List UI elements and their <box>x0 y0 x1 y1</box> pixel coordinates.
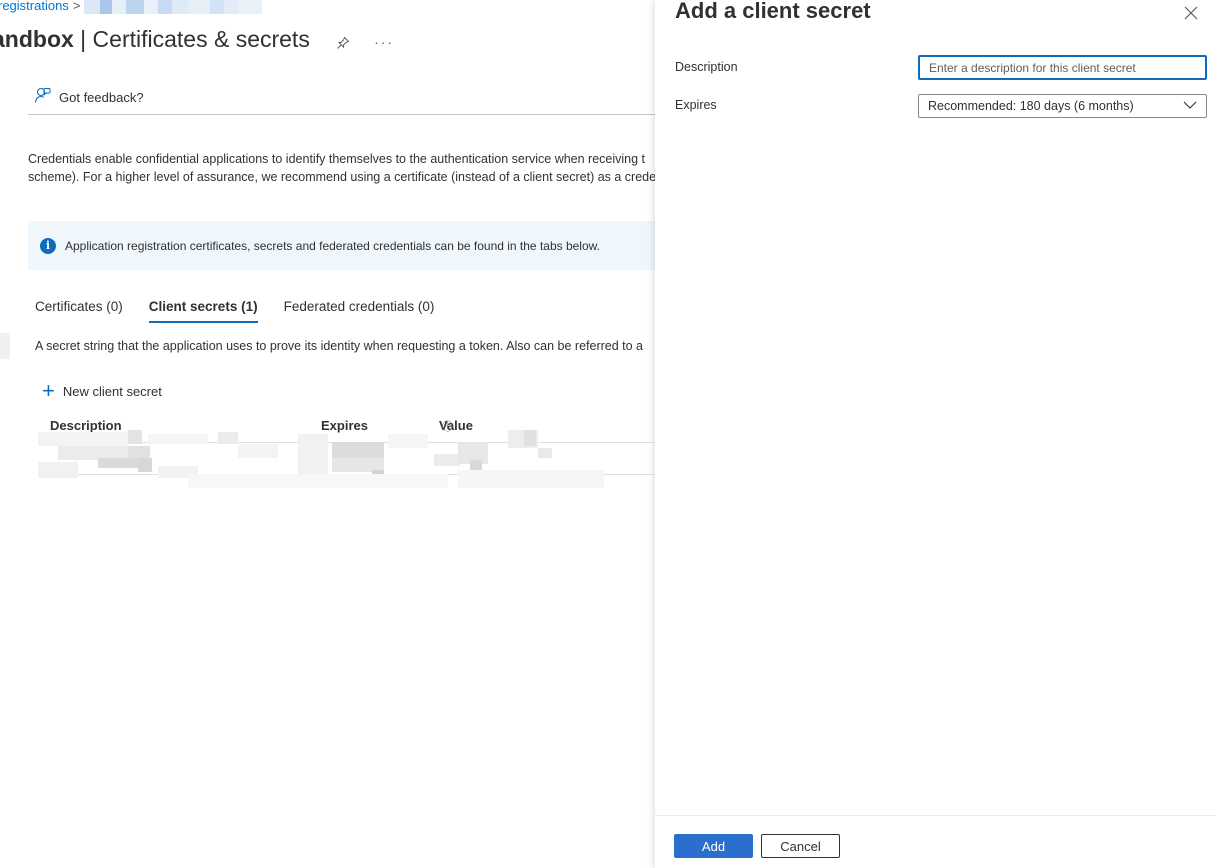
add-client-secret-panel: Add a client secret Description Expires … <box>655 0 1216 868</box>
expires-label: Expires <box>675 98 717 112</box>
close-icon[interactable] <box>1180 2 1202 24</box>
intro-line-2: scheme). For a higher level of assurance… <box>28 170 655 184</box>
tab-client-secrets[interactable]: Client secrets (1) <box>148 299 258 323</box>
cancel-button[interactable]: Cancel <box>761 834 840 858</box>
more-options-icon[interactable]: ··· <box>374 34 394 50</box>
description-label: Description <box>675 60 738 74</box>
page-title: andbox | Certificates & secrets ··· <box>0 26 412 53</box>
info-bar-text: Application registration certificates, s… <box>65 238 600 253</box>
redacted-breadcrumb-item <box>84 0 263 14</box>
add-button[interactable]: Add <box>674 834 753 858</box>
background-page: registrations > andbox | Certificates & s… <box>0 0 655 868</box>
intro-paragraph: Credentials enable confidential applicat… <box>28 150 655 186</box>
redacted-secret-row <box>38 430 604 490</box>
breadcrumb: registrations > <box>0 0 263 15</box>
tab-federated-credentials[interactable]: Federated credentials (0) <box>284 299 435 321</box>
footer-divider <box>655 815 1216 816</box>
intro-line-1: Credentials enable confidential applicat… <box>28 152 646 166</box>
panel-title: Add a client secret <box>675 0 871 23</box>
expires-dropdown[interactable]: Recommended: 180 days (6 months) <box>918 94 1207 118</box>
page-title-section: | Certificates & secrets <box>80 26 310 52</box>
plus-icon: + <box>42 378 55 403</box>
breadcrumb-link-app-registrations[interactable]: registrations <box>0 0 69 13</box>
info-bar: i Application registration certificates,… <box>28 221 655 270</box>
info-icon: i <box>40 237 56 254</box>
description-input[interactable] <box>918 55 1207 80</box>
new-client-secret-label: New client secret <box>62 383 162 399</box>
tab-certificates[interactable]: Certificates (0) <box>35 299 123 321</box>
chevron-down-icon <box>1183 99 1197 113</box>
feedback-bar: Got feedback? <box>28 80 655 115</box>
feedback-link[interactable]: Got feedback? <box>59 90 144 105</box>
left-edge-strip <box>0 333 10 359</box>
pin-icon[interactable] <box>336 34 356 50</box>
new-client-secret-button[interactable]: + New client secret <box>42 378 162 403</box>
expires-selected-value: Recommended: 180 days (6 months) <box>928 99 1134 113</box>
breadcrumb-separator: > <box>72 0 81 13</box>
tab-description: A secret string that the application use… <box>35 339 643 353</box>
feedback-icon[interactable] <box>28 87 51 107</box>
page-title-app-name: andbox <box>0 26 74 52</box>
tab-list: Certificates (0) Client secrets (1) Fede… <box>35 299 435 323</box>
